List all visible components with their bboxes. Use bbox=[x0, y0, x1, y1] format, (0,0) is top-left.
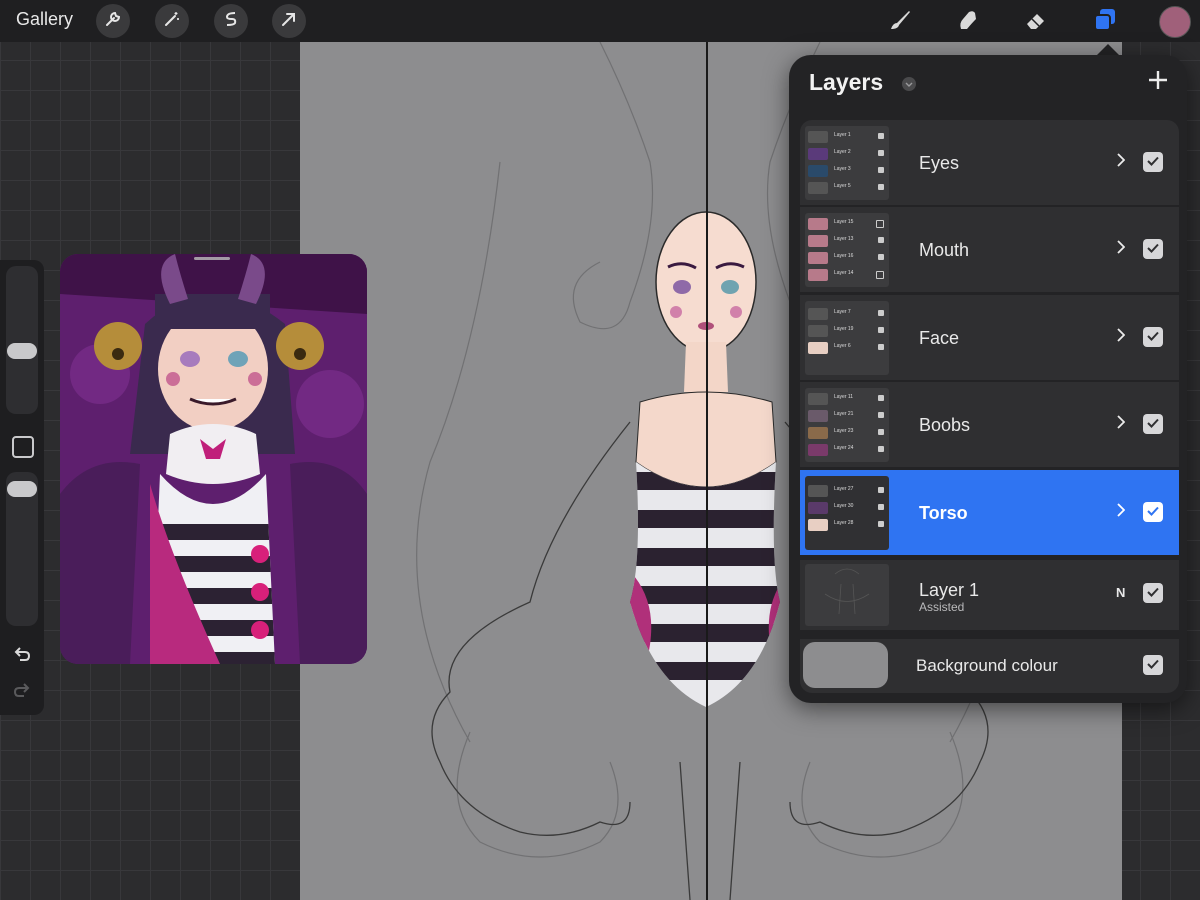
magic-wand-icon bbox=[163, 10, 181, 33]
redo-icon bbox=[12, 680, 32, 705]
smudge-icon bbox=[955, 7, 981, 38]
reference-grip-handle[interactable] bbox=[194, 257, 230, 260]
checkmark-icon bbox=[1147, 584, 1159, 602]
brush-size-handle[interactable] bbox=[7, 343, 37, 359]
symmetry-guide-line bbox=[706, 42, 708, 900]
layer-name: Face bbox=[919, 328, 960, 348]
layer-row-mouth[interactable]: Layer 15 Layer 13 Layer 16 Layer 14 Mout… bbox=[800, 207, 1179, 292]
layer-visibility-checkbox[interactable] bbox=[1143, 327, 1163, 347]
layer-row-eyes[interactable]: Layer 1 Layer 2 Layer 3 Layer 5 Eyes bbox=[800, 120, 1179, 205]
brush-size-slider[interactable] bbox=[6, 266, 38, 414]
blend-mode-button[interactable]: N bbox=[1116, 585, 1125, 600]
chevron-right-icon bbox=[1117, 414, 1126, 434]
background-visibility-checkbox[interactable] bbox=[1143, 655, 1163, 675]
checkmark-icon bbox=[1147, 503, 1159, 521]
chevron-right-icon bbox=[1117, 327, 1126, 347]
selection-icon bbox=[222, 10, 240, 33]
background-colour-row[interactable]: Background colour bbox=[800, 639, 1179, 693]
brush-tool[interactable] bbox=[884, 6, 916, 38]
transform-button[interactable] bbox=[272, 4, 306, 38]
expand-group-button[interactable] bbox=[1114, 239, 1128, 259]
layer-visibility-checkbox[interactable] bbox=[1143, 239, 1163, 259]
layer-name: Boobs bbox=[919, 415, 971, 435]
layers-icon bbox=[1092, 7, 1118, 38]
background-colour-label: Background colour bbox=[916, 656, 1058, 675]
layer-name: Eyes bbox=[919, 153, 960, 173]
brush-icon bbox=[887, 7, 913, 38]
actions-button[interactable] bbox=[96, 4, 130, 38]
layer-row-boobs[interactable]: Layer 11 Layer 21 Layer 23 Layer 24 Boob… bbox=[800, 382, 1179, 467]
selection-button[interactable] bbox=[214, 4, 248, 38]
checkmark-icon bbox=[1147, 415, 1159, 433]
expand-group-button[interactable] bbox=[1114, 327, 1128, 347]
layer-row-face[interactable]: Layer 7 Layer 19 Layer 6 Face bbox=[800, 295, 1179, 380]
layer-name: Layer 1 bbox=[919, 580, 980, 600]
layer-thumbnail: Layer 15 Layer 13 Layer 16 Layer 14 bbox=[805, 213, 889, 287]
background-colour-swatch[interactable] bbox=[803, 642, 888, 688]
layer-subtitle: Assisted bbox=[919, 600, 965, 614]
layer-thumbnail bbox=[805, 564, 889, 626]
transform-arrow-icon bbox=[280, 10, 298, 33]
layers-tool[interactable] bbox=[1089, 6, 1121, 38]
wrench-icon bbox=[104, 10, 122, 33]
layers-panel: Layers Layer 1 Layer 2 Layer 3 Layer 5 E… bbox=[789, 55, 1187, 703]
expand-group-button[interactable] bbox=[1114, 414, 1128, 434]
layers-panel-title: Layers bbox=[809, 69, 884, 95]
opacity-handle[interactable] bbox=[7, 481, 37, 497]
layer-row-torso[interactable]: Layer 27 Layer 30 Layer 28 Torso bbox=[800, 470, 1179, 555]
chevron-down-icon bbox=[905, 75, 913, 93]
plus-icon bbox=[1147, 69, 1169, 96]
undo-icon bbox=[12, 644, 32, 669]
chevron-right-icon bbox=[1117, 502, 1126, 522]
expand-group-button[interactable] bbox=[1114, 152, 1128, 172]
layer-visibility-checkbox[interactable] bbox=[1143, 152, 1163, 172]
layer-thumbnail: Layer 1 Layer 2 Layer 3 Layer 5 bbox=[805, 126, 889, 200]
layer-name: Mouth bbox=[919, 240, 970, 260]
chevron-right-icon bbox=[1117, 152, 1126, 172]
gallery-button[interactable]: Gallery bbox=[16, 9, 73, 30]
color-picker-swatch[interactable] bbox=[1159, 6, 1191, 38]
layer-thumbnail: Layer 27 Layer 30 Layer 28 bbox=[805, 476, 889, 550]
checkmark-icon bbox=[1147, 328, 1159, 346]
layer-visibility-checkbox[interactable] bbox=[1143, 583, 1163, 603]
redo-button[interactable] bbox=[10, 680, 34, 704]
layer-visibility-checkbox[interactable] bbox=[1143, 414, 1163, 434]
smudge-tool[interactable] bbox=[952, 6, 984, 38]
layer-name: Torso bbox=[919, 503, 968, 523]
reference-image bbox=[60, 254, 367, 664]
checkmark-icon bbox=[1147, 240, 1159, 258]
checkmark-icon bbox=[1147, 656, 1159, 674]
layer-row-layer-1[interactable]: Layer 1 Assisted N bbox=[800, 560, 1179, 630]
undo-button[interactable] bbox=[10, 644, 34, 668]
checkmark-icon bbox=[1147, 153, 1159, 171]
reference-window[interactable] bbox=[60, 254, 367, 664]
eraser-icon bbox=[1023, 7, 1049, 38]
left-sidebar bbox=[0, 260, 44, 715]
layer-thumbnail: Layer 11 Layer 21 Layer 23 Layer 24 bbox=[805, 388, 889, 462]
adjustments-button[interactable] bbox=[155, 4, 189, 38]
expand-group-button[interactable] bbox=[1114, 502, 1128, 522]
add-layer-button[interactable] bbox=[1143, 67, 1173, 97]
layers-options-button[interactable] bbox=[902, 77, 916, 91]
chevron-right-icon bbox=[1117, 239, 1126, 259]
layer-visibility-checkbox[interactable] bbox=[1143, 502, 1163, 522]
modify-button[interactable] bbox=[12, 436, 34, 458]
layer-thumbnail: Layer 7 Layer 19 Layer 6 bbox=[805, 301, 889, 375]
top-toolbar: Gallery bbox=[0, 0, 1200, 42]
eraser-tool[interactable] bbox=[1020, 6, 1052, 38]
